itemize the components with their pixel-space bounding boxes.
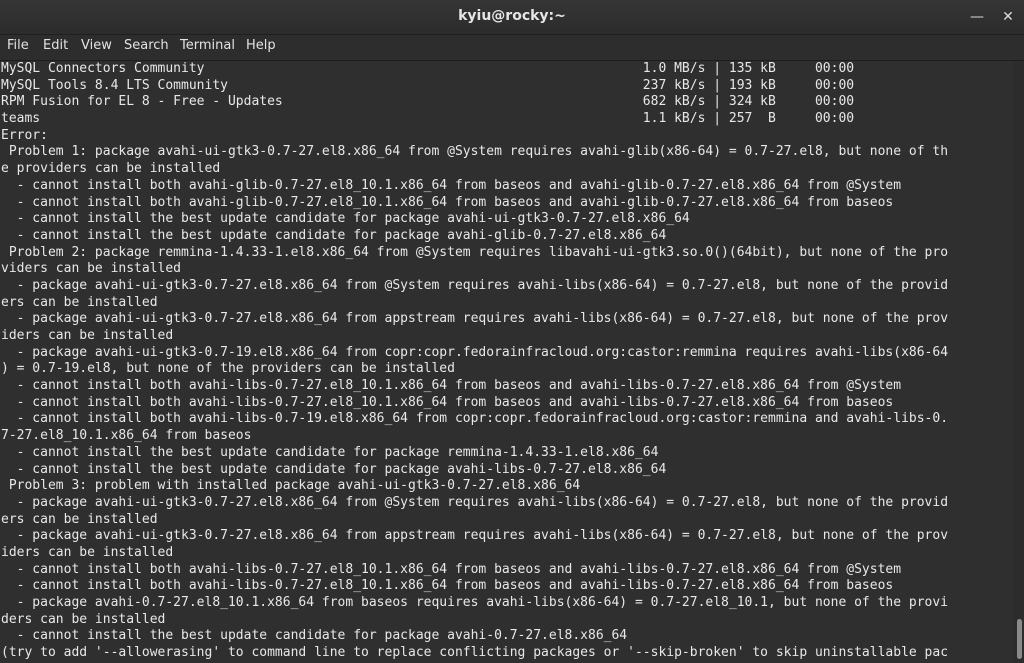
terminal-line: Problem 2: package remmina-1.4.33-1.el8.… <box>1 244 949 260</box>
terminal-line: Error: <box>1 127 48 143</box>
terminal-window: kyiu@rocky:~ — ✕ File Edit View Search T… <box>0 0 1024 663</box>
terminal-line: MySQL Connectors Community 1.0 MB/s | 13… <box>1 61 855 76</box>
terminal-line: ers can be installed <box>1 294 158 310</box>
menu-bar: File Edit View Search Terminal Help <box>0 35 1024 61</box>
window-title: kyiu@rocky:~ <box>458 8 566 24</box>
titlebar[interactable]: kyiu@rocky:~ — ✕ <box>0 0 1024 35</box>
terminal-line: - cannot install the best update candida… <box>1 211 690 227</box>
terminal-line: ers can be installed <box>1 511 158 527</box>
terminal-scrollbar[interactable] <box>1014 61 1024 663</box>
terminal-line: iders can be installed <box>1 328 174 343</box>
terminal-line: - package avahi-0.7-27.el8_10.1.x86_64 f… <box>1 595 949 610</box>
terminal-line: ) = 0.7-19.el8, but none of the provider… <box>1 361 455 377</box>
terminal-line: - cannot install the best update candida… <box>1 628 628 644</box>
terminal-line: - cannot install the best update candida… <box>1 227 667 243</box>
terminal-line: - cannot install both avahi-libs-0.7-27.… <box>1 394 894 410</box>
terminal-line: - cannot install the best update candida… <box>1 461 667 477</box>
menu-view[interactable]: View <box>81 38 112 53</box>
terminal-line: - package avahi-ui-gtk3-0.7-27.el8.x86_6… <box>1 311 949 327</box>
scrollbar-thumb[interactable] <box>1017 619 1022 659</box>
terminal-line: - cannot install the best update candida… <box>1 444 659 460</box>
menu-terminal[interactable]: Terminal <box>180 38 235 53</box>
menu-search[interactable]: Search <box>124 38 169 53</box>
terminal-line: - package avahi-ui-gtk3-0.7-27.el8.x86_6… <box>1 277 949 293</box>
terminal-line: iders can be installed <box>1 544 174 560</box>
terminal-line: viders can be installed <box>1 261 182 277</box>
terminal-line: - package avahi-ui-gtk3-0.7-27.el8.x86_6… <box>1 528 949 544</box>
terminal-line: e providers can be installed <box>1 161 221 177</box>
terminal-line: - cannot install both avahi-libs-0.7-19.… <box>1 411 949 427</box>
terminal-line: ders can be installed <box>1 611 166 627</box>
menu-edit[interactable]: Edit <box>43 38 68 53</box>
terminal-line: (try to add '--allowerasing' to command … <box>1 645 949 661</box>
menu-help[interactable]: Help <box>246 38 276 53</box>
terminal-line: - cannot install both avahi-glib-0.7-27.… <box>1 177 902 193</box>
terminal-line: - cannot install both avahi-glib-0.7-27.… <box>1 194 894 210</box>
minimize-icon[interactable]: — <box>966 6 988 28</box>
terminal-line: Problem 3: problem with installed packag… <box>1 478 581 494</box>
terminal-line: Problem 1: package avahi-ui-gtk3-0.7-27.… <box>1 144 949 160</box>
terminal-line: RPM Fusion for EL 8 - Free - Updates 682… <box>1 94 855 110</box>
terminal-line: - package avahi-ui-gtk3-0.7-27.el8.x86_6… <box>1 494 949 510</box>
terminal-line: - cannot install both avahi-libs-0.7-27.… <box>1 378 902 394</box>
terminal-line: MySQL Tools 8.4 LTS Community 237 kB/s |… <box>1 77 855 93</box>
close-icon[interactable]: ✕ <box>997 6 1019 28</box>
terminal-line: - cannot install both avahi-libs-0.7-27.… <box>1 561 902 577</box>
terminal-line: 7-27.el8_10.1.x86_64 from baseos <box>1 428 252 444</box>
terminal-line: - package avahi-ui-gtk3-0.7-19.el8.x86_6… <box>1 344 949 360</box>
terminal-output[interactable]: MySQL Connectors Community 1.0 MB/s | 13… <box>0 61 1014 663</box>
menu-file[interactable]: File <box>7 38 29 53</box>
terminal-line: - cannot install both avahi-libs-0.7-27.… <box>1 578 894 594</box>
terminal-line: teams 1.1 kB/s | 257 B 00:00 <box>1 111 855 127</box>
